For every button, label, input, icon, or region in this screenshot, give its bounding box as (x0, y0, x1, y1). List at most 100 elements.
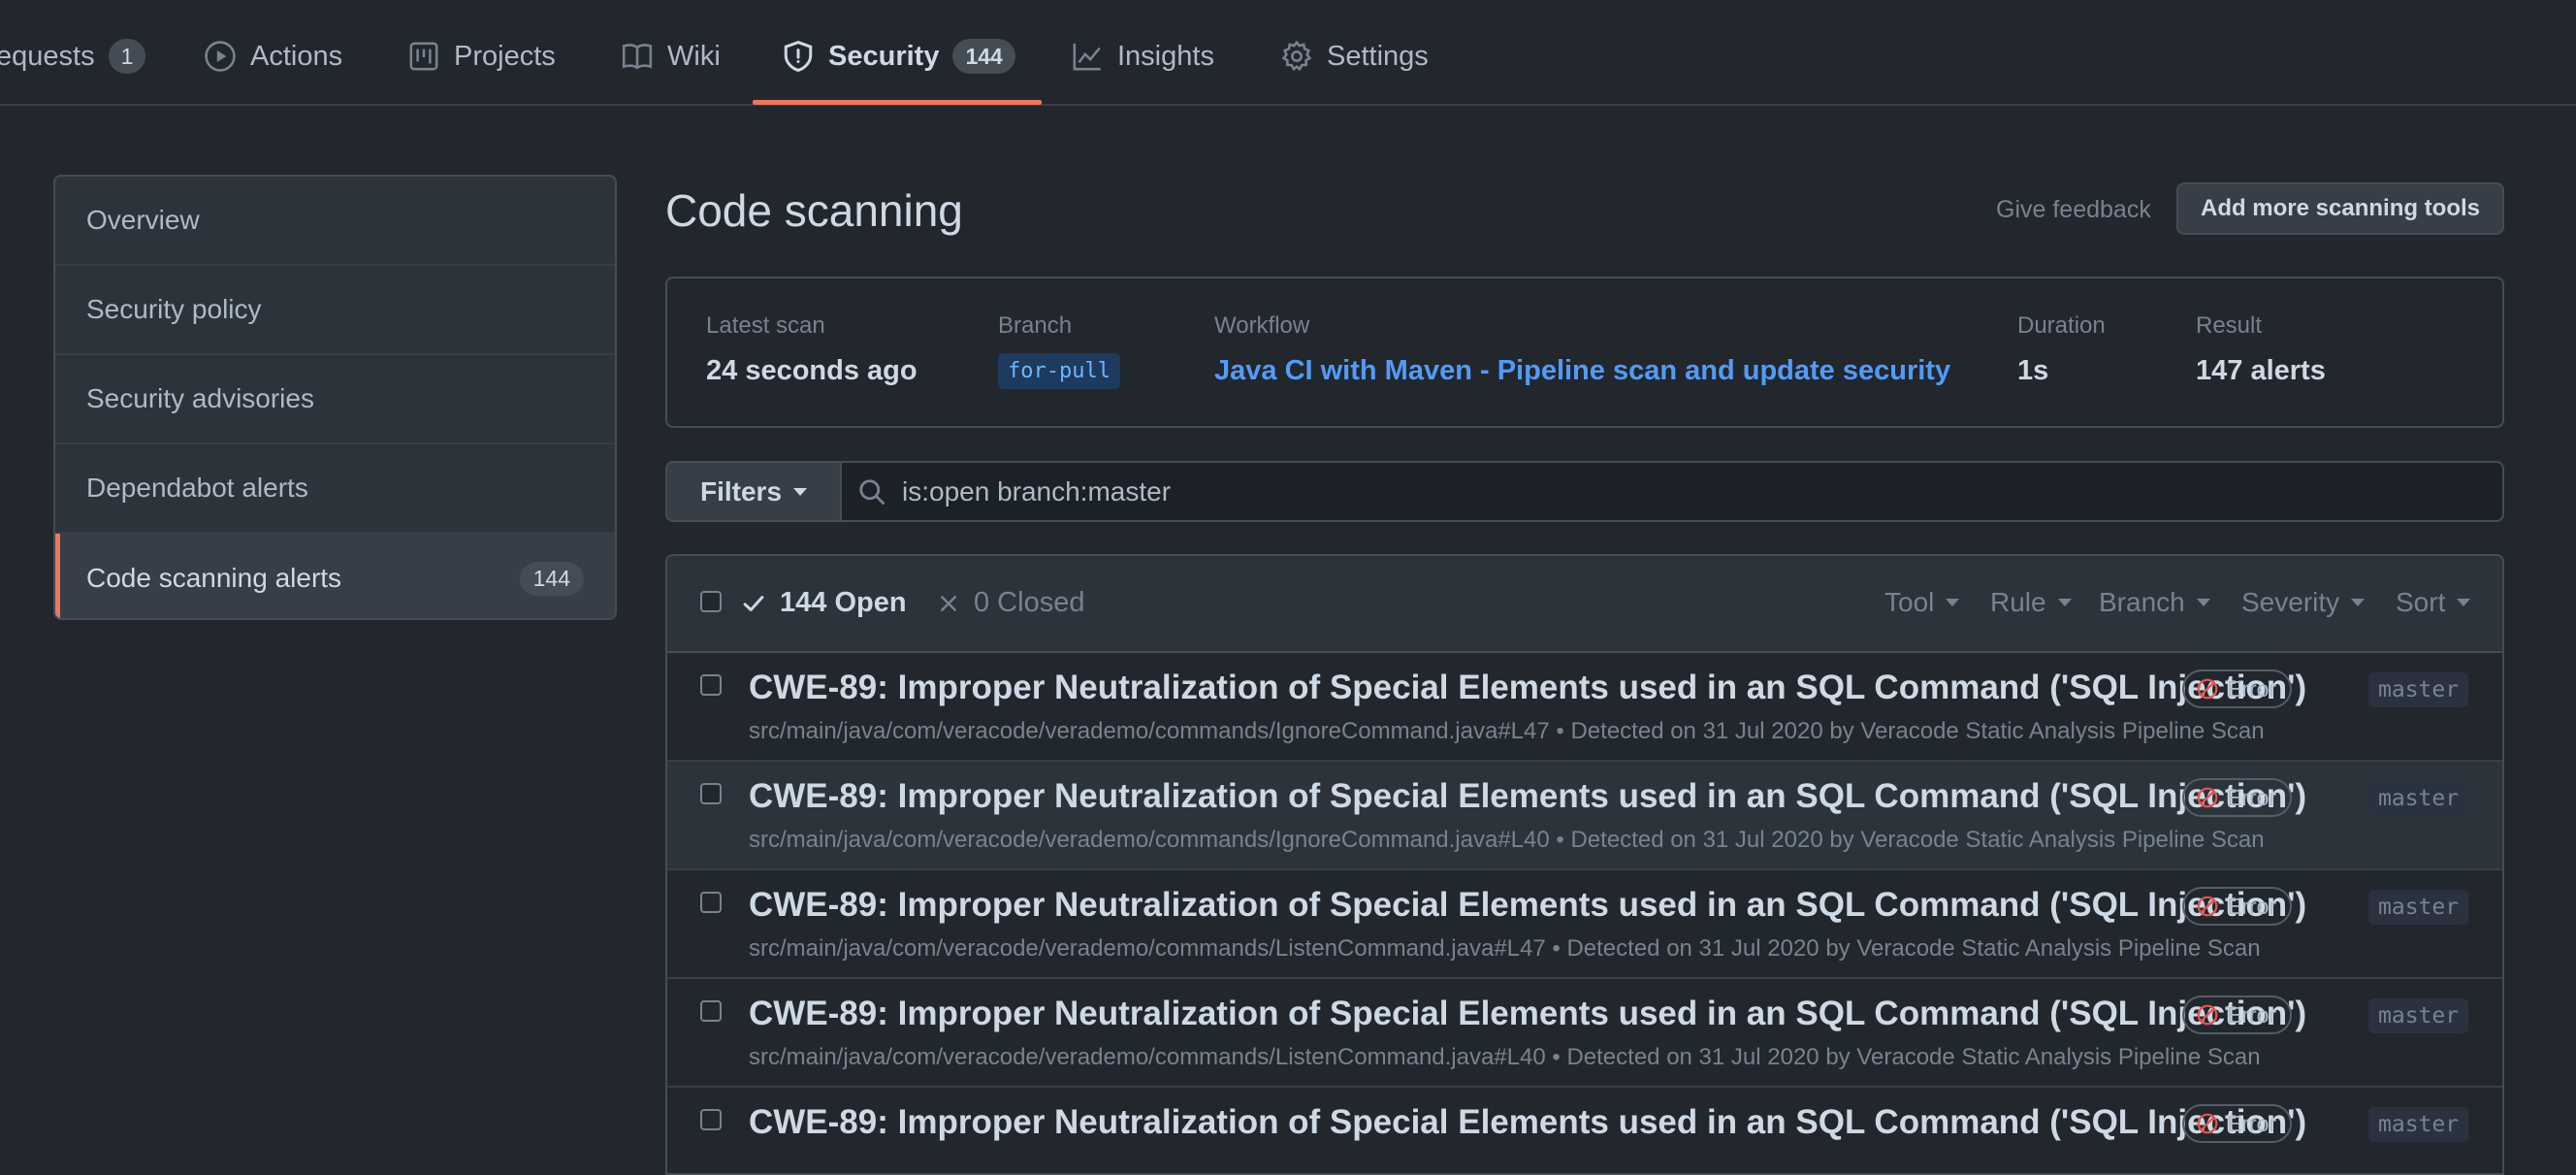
give-feedback-link[interactable]: Give feedback (1996, 196, 2151, 224)
sidebar-item-security-policy[interactable]: Security policy (55, 266, 615, 355)
branch-tag: master (2368, 998, 2469, 1033)
tab-insights[interactable]: Insights (1071, 33, 1214, 80)
scan-result: Result 147 alerts (2196, 312, 2326, 387)
alert-title-link[interactable]: CWE-89: Improper Neutralization of Speci… (749, 886, 2306, 925)
sidebar-item-label: Overview (86, 205, 200, 235)
alerts-list-header: 144 Open 0 Closed Tool Rule Branch Sever… (667, 556, 2502, 653)
tab-label: Settings (1327, 40, 1429, 72)
result-label: Result (2196, 312, 2263, 339)
alert-checkbox[interactable] (700, 674, 722, 696)
play-icon (204, 40, 237, 73)
tab-pull-requests[interactable]: equests 1 (0, 33, 146, 80)
tab-projects[interactable]: Projects (407, 33, 556, 80)
alert-row[interactable]: CWE-89: Improper Neutralization of Speci… (667, 979, 2502, 1088)
rule-filter[interactable]: Rule (1990, 587, 2072, 618)
severity-label: Error (2227, 893, 2277, 919)
alert-title-link[interactable]: CWE-89: Improper Neutralization of Speci… (749, 669, 2306, 707)
alert-detected: • Detected on 31 Jul 2020 by Veracode St… (1552, 935, 2261, 962)
filters-button[interactable]: Filters (665, 461, 842, 522)
alert-meta: src/main/java/com/veracode/verademo/comm… (749, 1044, 2261, 1071)
alert-title-link[interactable]: CWE-89: Improper Neutralization of Speci… (749, 1103, 2306, 1142)
severity-badge: Error (2182, 778, 2293, 817)
alert-count-badge: 144 (519, 561, 584, 596)
sidebar-item-code-scanning-alerts[interactable]: Code scanning alerts 144 (55, 534, 615, 618)
alert-path[interactable]: src/main/java/com/veracode/verademo/comm… (749, 935, 1546, 962)
tab-count: 1 (108, 39, 146, 74)
tool-filter-label: Tool (1884, 587, 1935, 617)
closed-count: 0 Closed (974, 587, 1085, 618)
sort-filter-label: Sort (2396, 587, 2446, 617)
sidebar-item-overview[interactable]: Overview (55, 177, 615, 266)
tab-wiki[interactable]: Wiki (621, 33, 721, 80)
severity-badge: Error (2182, 669, 2293, 708)
result-value: 147 alerts (2196, 355, 2326, 386)
stop-icon (2196, 786, 2227, 809)
workflow-link[interactable]: Java CI with Maven - Pipeline scan and u… (1214, 355, 1950, 387)
stop-icon (2196, 895, 2227, 918)
tab-actions[interactable]: Actions (204, 33, 342, 80)
alert-path[interactable]: src/main/java/com/veracode/verademo/comm… (749, 1044, 1546, 1070)
tool-filter[interactable]: Tool (1884, 587, 1960, 618)
chevron-down-icon (2457, 599, 2471, 606)
close-icon (937, 592, 974, 615)
latest-scan-label: Latest scan (706, 312, 825, 339)
chevron-down-icon (2351, 599, 2366, 606)
open-filter[interactable]: 144 Open (741, 587, 907, 619)
branch-tag: master (2368, 672, 2469, 707)
alert-checkbox[interactable] (700, 783, 722, 804)
branch-filter-label: Branch (2099, 587, 2185, 617)
alerts-list: 144 Open 0 Closed Tool Rule Branch Sever… (665, 554, 2504, 1175)
search-field (840, 461, 2504, 522)
alert-checkbox[interactable] (700, 1000, 722, 1022)
search-input[interactable] (900, 474, 2456, 508)
tab-label: Wiki (667, 40, 721, 72)
closed-filter[interactable]: 0 Closed (937, 587, 1084, 619)
filters-label: Filters (699, 475, 783, 506)
security-sidebar: Overview Security policy Security adviso… (53, 175, 617, 620)
alert-row[interactable]: CWE-89: Improper Neutralization of Speci… (667, 870, 2502, 979)
sidebar-item-security-advisories[interactable]: Security advisories (55, 355, 615, 444)
add-scanning-tools-button[interactable]: Add more scanning tools (2176, 182, 2504, 235)
sidebar-item-label: Security policy (86, 294, 262, 324)
alert-path[interactable]: src/main/java/com/veracode/verademo/comm… (749, 718, 1550, 744)
severity-badge: Error (2182, 887, 2293, 926)
alert-checkbox[interactable] (700, 1109, 722, 1130)
alert-path[interactable]: src/main/java/com/veracode/verademo/comm… (749, 827, 1550, 853)
alert-checkbox[interactable] (700, 892, 722, 913)
scan-workflow: Workflow Java CI with Maven - Pipeline s… (1214, 312, 1950, 387)
severity-filter[interactable]: Severity (2241, 587, 2366, 618)
severity-label: Error (2227, 1110, 2277, 1136)
alert-row[interactable]: CWE-89: Improper Neutralization of Speci… (667, 762, 2502, 870)
alert-title-link[interactable]: CWE-89: Improper Neutralization of Speci… (749, 995, 2306, 1033)
select-all-checkbox[interactable] (700, 591, 722, 612)
active-tab-underline (753, 100, 1042, 105)
alert-title-link[interactable]: CWE-89: Improper Neutralization of Speci… (749, 777, 2306, 816)
tab-label: Actions (250, 40, 343, 72)
alert-detected: • Detected on 31 Jul 2020 by Veracode St… (1552, 1044, 2261, 1070)
branch-filter[interactable]: Branch (2099, 587, 2210, 618)
alert-row[interactable]: CWE-89: Improper Neutralization of Speci… (667, 1088, 2502, 1173)
sort-filter[interactable]: Sort (2396, 587, 2471, 618)
severity-badge: Error (2182, 1104, 2293, 1143)
check-icon (741, 591, 780, 616)
shield-icon (782, 40, 815, 73)
page-title: Code scanning (665, 185, 963, 236)
latest-scan-value: 24 seconds ago (706, 355, 918, 386)
alert-meta: src/main/java/com/veracode/verademo/comm… (749, 718, 2265, 745)
alert-detected: • Detected on 31 Jul 2020 by Veracode St… (1556, 718, 2265, 744)
search-icon (857, 477, 886, 506)
alert-row[interactable]: CWE-89: Improper Neutralization of Speci… (667, 653, 2502, 762)
tab-label: Security (828, 40, 940, 72)
sidebar-item-dependabot-alerts[interactable]: Dependabot alerts (55, 444, 615, 534)
rule-filter-label: Rule (1990, 587, 2046, 617)
branch-tag: master (2368, 781, 2469, 816)
severity-badge: Error (2182, 995, 2293, 1034)
chevron-down-icon (2057, 599, 2072, 606)
tab-settings[interactable]: Settings (1280, 33, 1429, 80)
open-count: 144 Open (780, 587, 907, 618)
severity-filter-label: Severity (2241, 587, 2340, 617)
tab-security[interactable]: Security 144 (782, 33, 1015, 80)
severity-label: Error (2227, 784, 2277, 810)
branch-tag[interactable]: for-pull (998, 353, 1120, 389)
alert-meta: src/main/java/com/veracode/verademo/comm… (749, 827, 2265, 854)
